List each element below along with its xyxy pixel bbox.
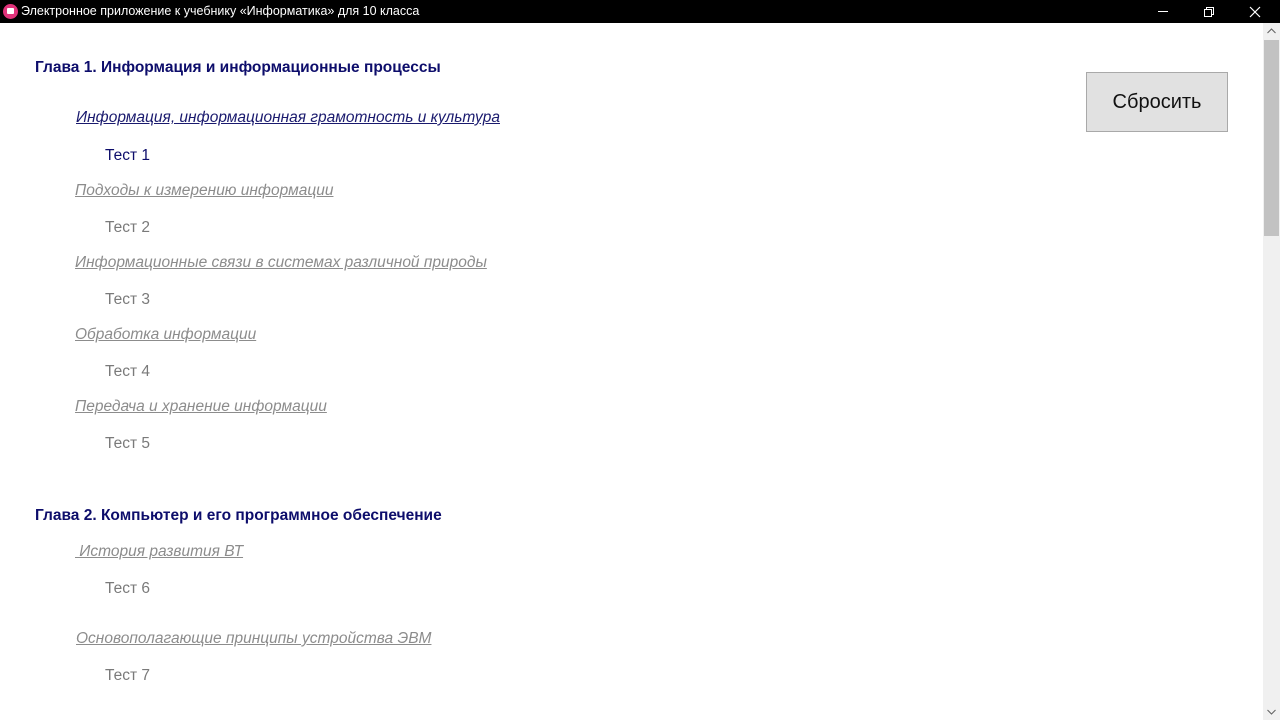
reset-button[interactable]: Сбросить bbox=[1086, 72, 1228, 132]
lesson-link-6[interactable]: История развития ВТ bbox=[75, 543, 243, 561]
lesson-link-1[interactable]: Информация, информационная грамотность и… bbox=[76, 109, 500, 127]
vertical-scrollbar[interactable] bbox=[1263, 23, 1280, 720]
book-icon bbox=[3, 4, 18, 19]
window-title: Электронное приложение к учебнику «Инфор… bbox=[21, 4, 420, 18]
lesson-link-7[interactable]: Основополагающие принципы устройства ЭВМ bbox=[76, 630, 431, 648]
test-link-4[interactable]: Тест 4 bbox=[105, 363, 150, 381]
test-link-2[interactable]: Тест 2 bbox=[105, 219, 150, 237]
test-link-7[interactable]: Тест 7 bbox=[105, 667, 150, 685]
chapter-2-title: Глава 2. Компьютер и его программное обе… bbox=[35, 507, 442, 524]
minimize-button[interactable] bbox=[1140, 0, 1186, 23]
test-link-3[interactable]: Тест 3 bbox=[105, 291, 150, 309]
restore-icon bbox=[1204, 7, 1214, 17]
title-bar: Электронное приложение к учебнику «Инфор… bbox=[0, 0, 1280, 23]
test-link-1[interactable]: Тест 1 bbox=[105, 147, 150, 165]
lesson-link-3[interactable]: Информационные связи в системах различно… bbox=[75, 254, 487, 272]
scrollbar-thumb[interactable] bbox=[1264, 40, 1279, 236]
restore-button[interactable] bbox=[1186, 0, 1232, 23]
minimize-icon bbox=[1158, 11, 1168, 12]
scroll-down-icon[interactable] bbox=[1267, 709, 1276, 715]
scroll-up-icon[interactable] bbox=[1267, 28, 1276, 34]
test-link-5[interactable]: Тест 5 bbox=[105, 435, 150, 453]
lesson-link-5[interactable]: Передача и хранение информации bbox=[75, 398, 327, 416]
contents-page: Глава 1. Информация и информационные про… bbox=[0, 23, 1263, 720]
chapter-1-title: Глава 1. Информация и информационные про… bbox=[35, 59, 441, 76]
close-icon bbox=[1249, 6, 1261, 18]
close-button[interactable] bbox=[1232, 0, 1278, 23]
test-link-6[interactable]: Тест 6 bbox=[105, 580, 150, 598]
lesson-link-2[interactable]: Подходы к измерению информации bbox=[75, 182, 333, 200]
lesson-link-4[interactable]: Обработка информации bbox=[75, 326, 256, 344]
